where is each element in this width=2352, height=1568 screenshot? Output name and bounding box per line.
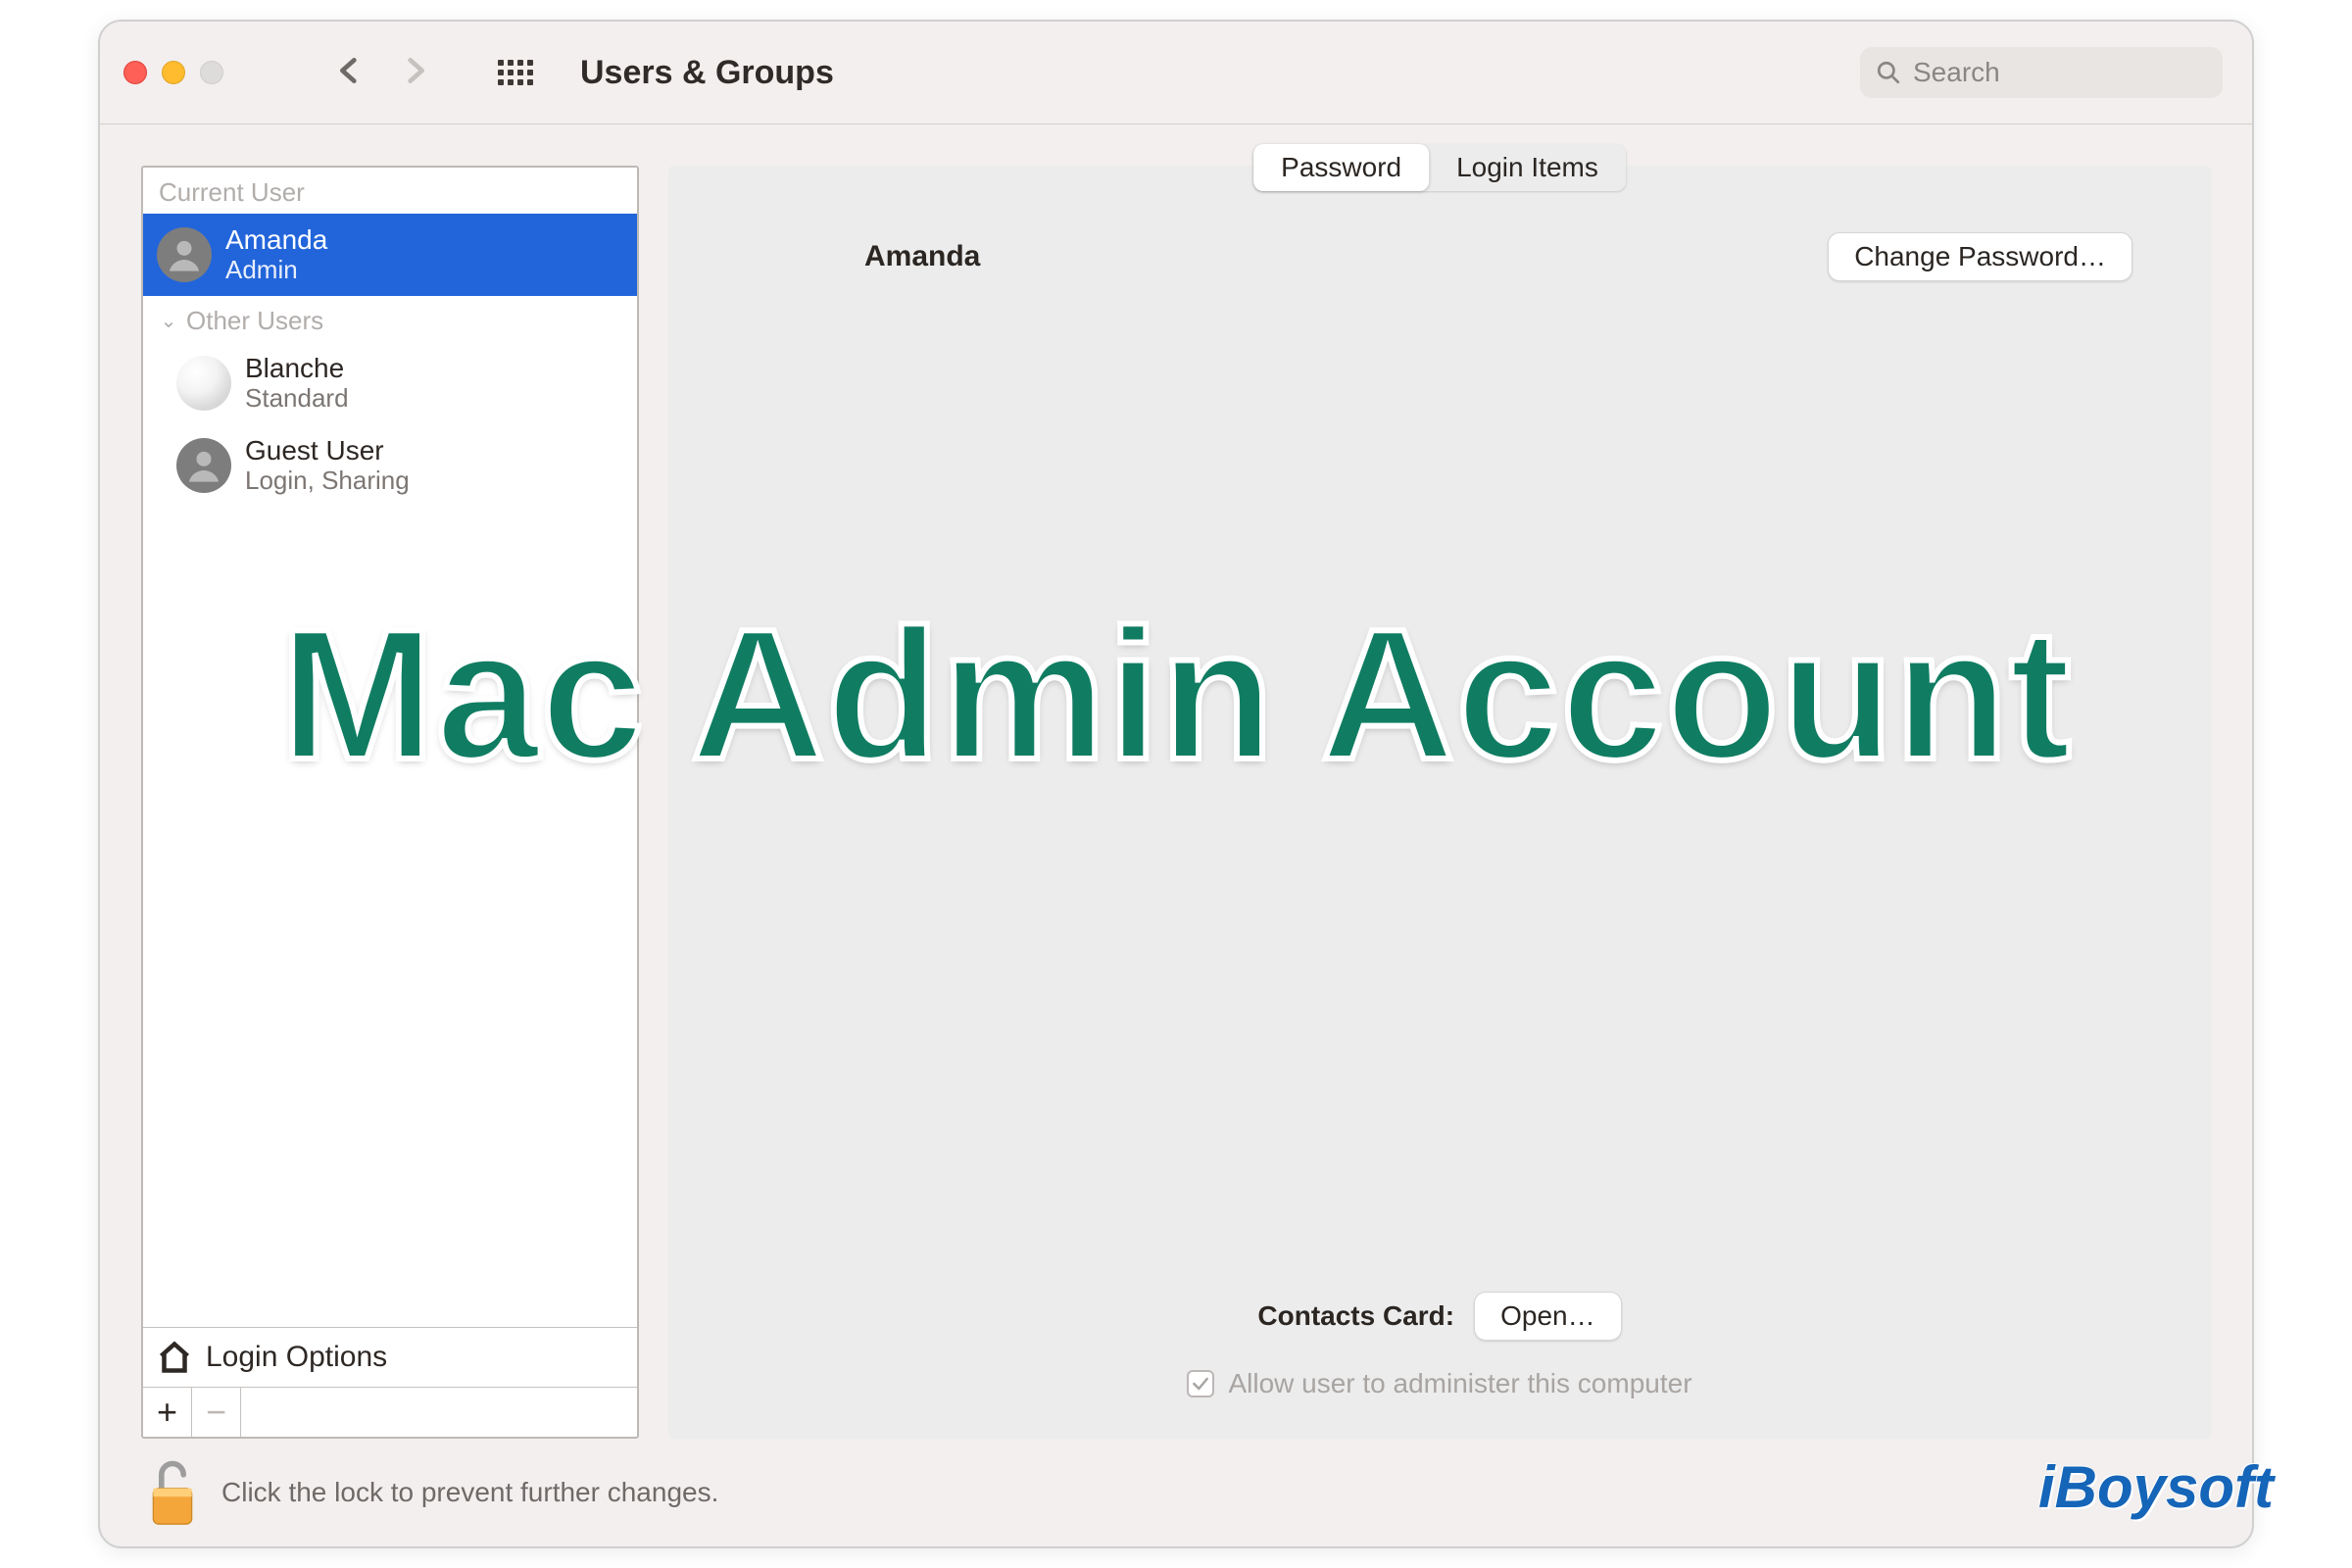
nav-arrows — [333, 49, 431, 97]
open-contacts-button[interactable]: Open… — [1474, 1292, 1622, 1341]
window-title: Users & Groups — [580, 54, 834, 92]
login-options-label: Login Options — [206, 1341, 387, 1374]
tab-password[interactable]: Password — [1253, 144, 1429, 191]
chevron-down-icon: ⌄ — [159, 309, 178, 333]
close-window-button[interactable] — [123, 61, 147, 84]
allow-admin-label: Allow user to administer this computer — [1228, 1368, 1691, 1399]
back-button[interactable] — [333, 49, 365, 97]
show-all-icon[interactable] — [498, 60, 533, 85]
login-options-button[interactable]: Login Options — [143, 1328, 637, 1387]
preferences-window: Users & Groups Search Current User Amand — [98, 20, 2254, 1548]
user-role: Login, Sharing — [245, 466, 410, 496]
user-name: Blanche — [245, 353, 349, 384]
user-role: Standard — [245, 384, 349, 414]
sidebar-item-user-blanche[interactable]: Blanche Standard — [143, 342, 637, 424]
check-icon — [1191, 1374, 1210, 1394]
sidebar-item-current-user[interactable]: Amanda Admin — [143, 214, 637, 296]
remove-user-button[interactable]: − — [192, 1388, 241, 1437]
allow-admin-checkbox[interactable] — [1187, 1370, 1214, 1397]
avatar-icon — [176, 438, 231, 493]
user-detail-panel: Password Login Items Amanda Change Passw… — [668, 166, 2211, 1439]
lock-icon[interactable] — [145, 1458, 200, 1527]
window-content: Current User Amanda Admin ⌄ Other Users — [100, 124, 2252, 1439]
detail-tabs: Password Login Items — [1253, 144, 1626, 191]
window-controls — [123, 61, 223, 84]
sidebar-item-user-guest[interactable]: Guest User Login, Sharing — [143, 424, 637, 507]
window-footer: Click the lock to prevent further change… — [100, 1439, 2252, 1546]
user-name: Guest User — [245, 435, 410, 466]
minimize-window-button[interactable] — [162, 61, 185, 84]
forward-button[interactable] — [400, 49, 431, 97]
users-sidebar: Current User Amanda Admin ⌄ Other Users — [141, 166, 639, 1439]
detail-user-name: Amanda — [864, 240, 980, 273]
avatar-icon — [176, 356, 231, 411]
lock-help-text: Click the lock to prevent further change… — [221, 1477, 718, 1508]
other-users-header[interactable]: ⌄ Other Users — [143, 296, 637, 342]
window-toolbar: Users & Groups Search — [100, 22, 2252, 124]
search-input[interactable]: Search — [1860, 47, 2223, 98]
home-icon — [157, 1340, 192, 1375]
tab-login-items[interactable]: Login Items — [1429, 144, 1626, 191]
search-placeholder: Search — [1913, 57, 2000, 88]
search-icon — [1876, 60, 1901, 85]
zoom-window-button[interactable] — [200, 61, 223, 84]
change-password-button[interactable]: Change Password… — [1828, 232, 2132, 281]
add-user-button[interactable]: + — [143, 1388, 192, 1437]
avatar-icon — [157, 227, 212, 282]
user-name: Amanda — [225, 224, 327, 256]
add-remove-row: + − — [143, 1387, 637, 1437]
user-role: Admin — [225, 256, 327, 285]
current-user-header: Current User — [143, 168, 637, 214]
contacts-card-label: Contacts Card: — [1257, 1300, 1454, 1332]
